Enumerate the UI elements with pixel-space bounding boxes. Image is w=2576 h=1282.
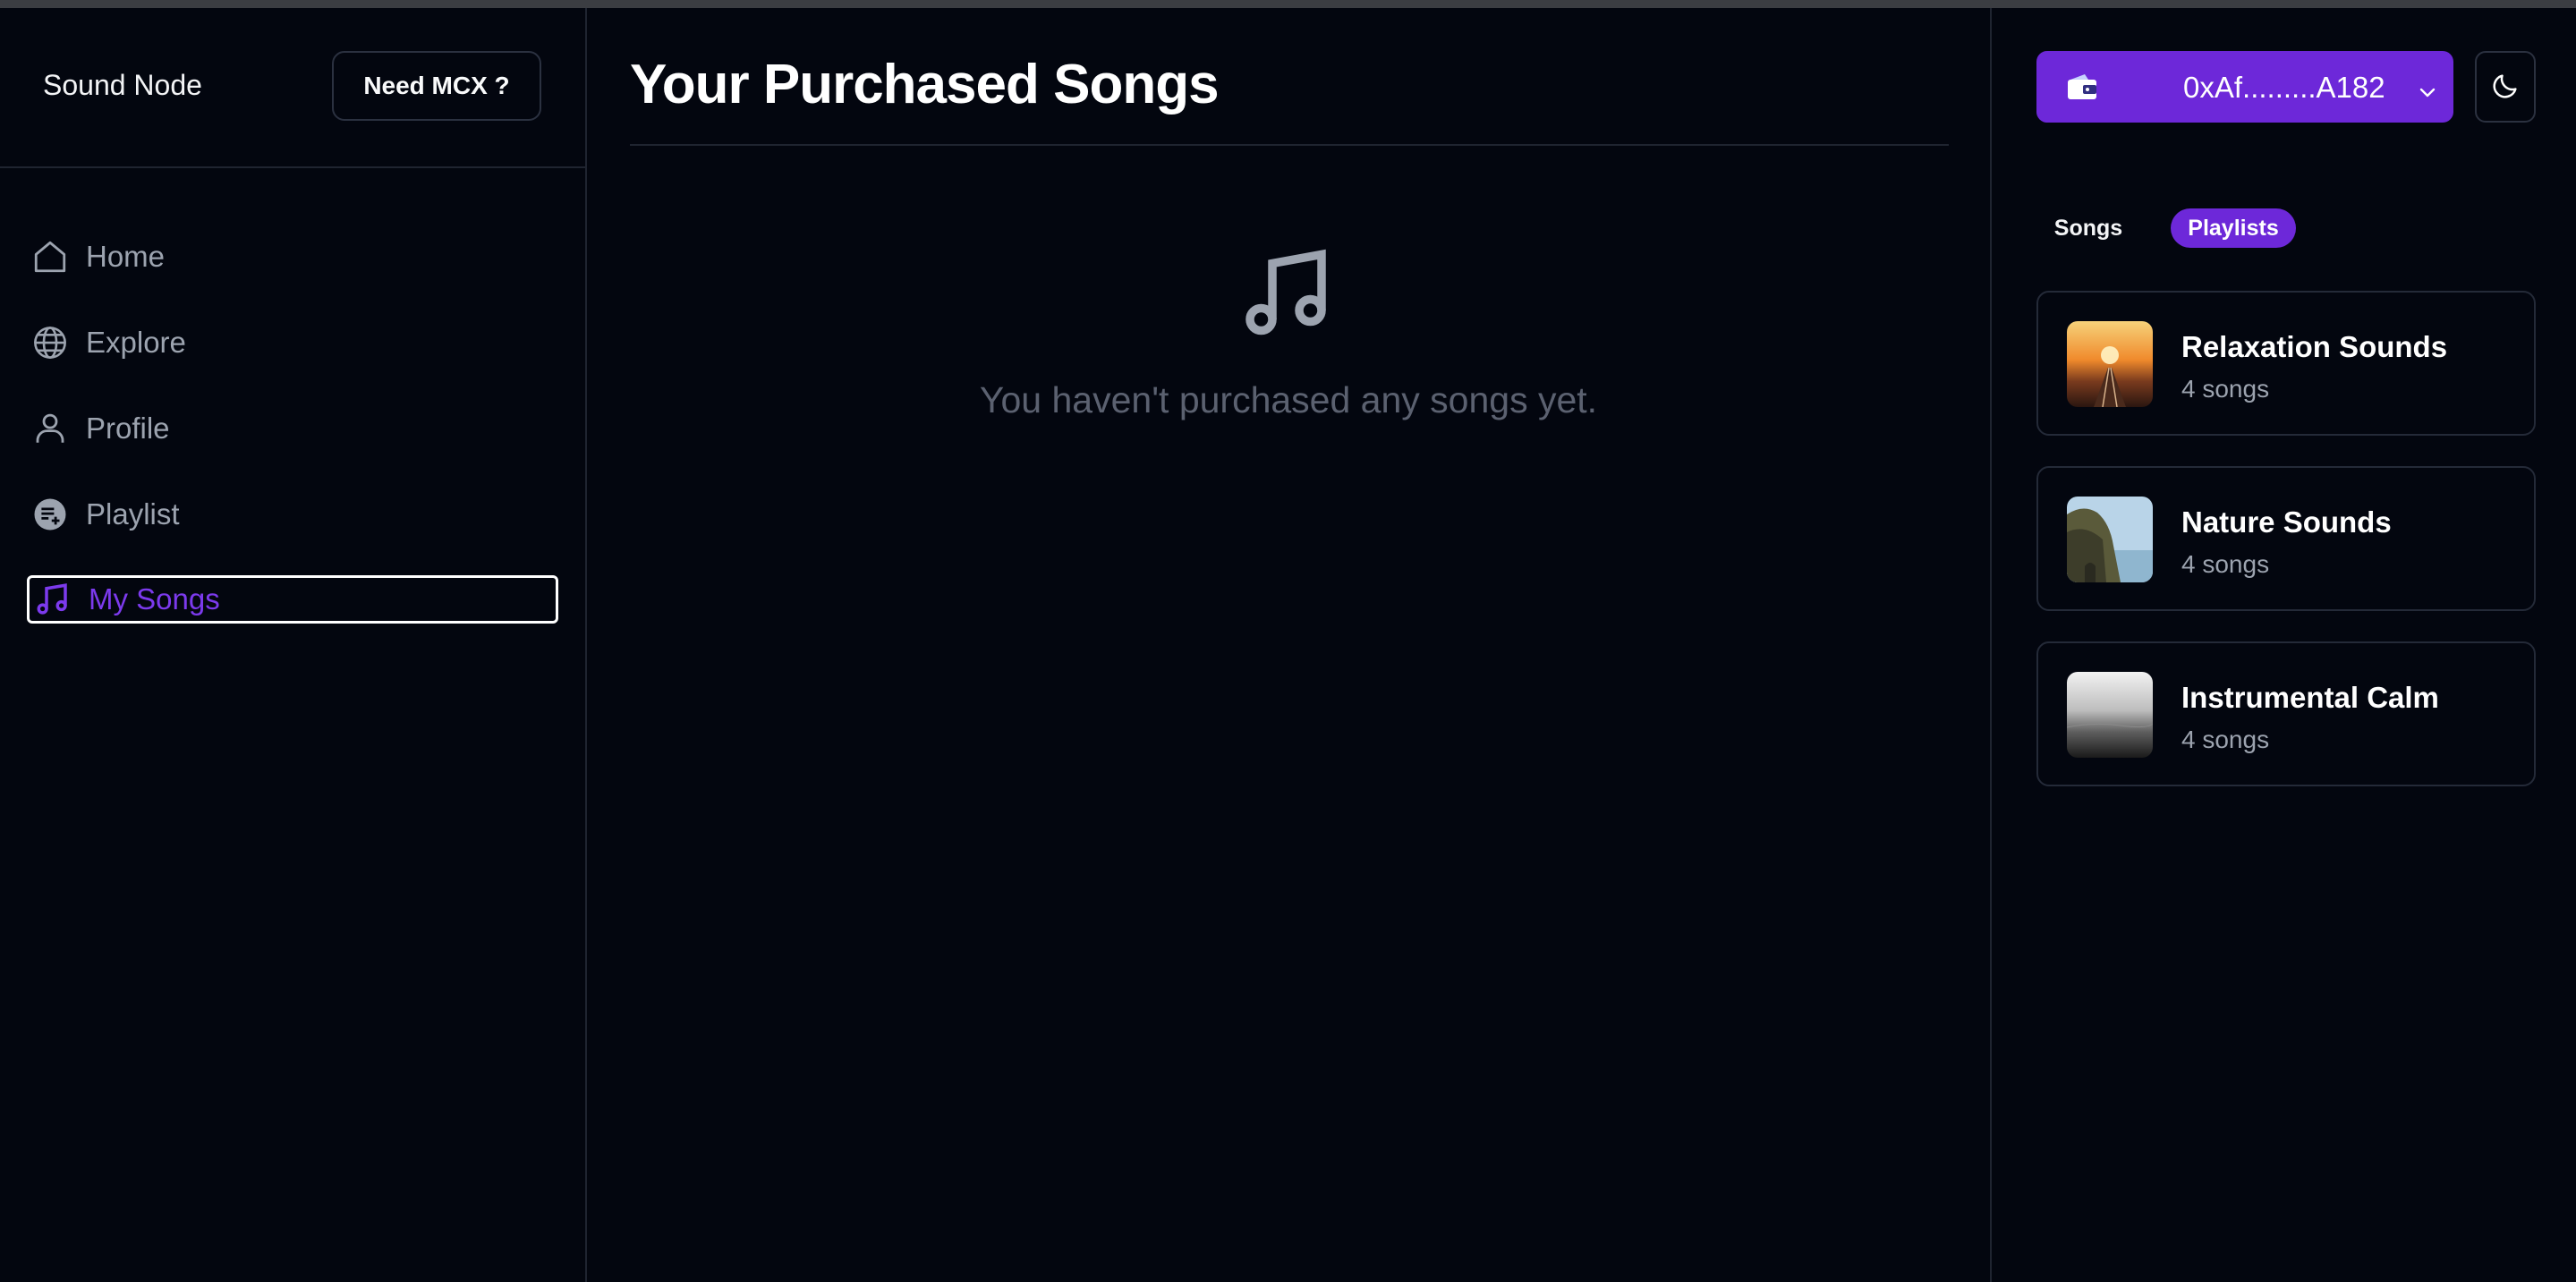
main-content: Your Purchased Songs You haven't purchas… xyxy=(587,8,1990,1282)
need-mcx-button[interactable]: Need MCX ? xyxy=(332,51,541,121)
sidebar-item-label: Home xyxy=(86,240,166,273)
music-note-icon xyxy=(30,576,76,623)
sidebar-item-explore[interactable]: Explore xyxy=(27,319,558,366)
sidebar-item-my-songs[interactable]: My Songs xyxy=(27,575,558,624)
sidebar-header: Sound Node Need MCX ? xyxy=(0,8,585,168)
page-title: Your Purchased Songs xyxy=(630,54,1220,115)
sidebar: Sound Node Need MCX ? Home Explore Profi… xyxy=(0,8,587,1282)
right-panel: 0xAf.........A182 Songs Playlists Relaxa… xyxy=(1990,8,2576,1282)
window-top-strip xyxy=(0,0,2576,8)
user-icon xyxy=(27,405,73,452)
sidebar-item-label: Explore xyxy=(86,326,186,359)
chevron-down-icon xyxy=(2417,76,2438,98)
app-brand[interactable]: Sound Node xyxy=(43,69,202,102)
sidebar-item-playlist[interactable]: Playlist xyxy=(27,491,558,538)
music-note-icon xyxy=(1237,239,1344,346)
globe-icon xyxy=(27,319,73,366)
playlist-card[interactable]: Nature Sounds 4 songs xyxy=(2036,466,2536,611)
playlist-cover-image xyxy=(2067,321,2153,407)
moon-icon xyxy=(2490,71,2521,104)
playlist-name: Instrumental Calm xyxy=(2181,681,2439,714)
sidebar-item-label: My Songs xyxy=(89,582,220,616)
tab-playlists[interactable]: Playlists xyxy=(2171,208,2296,248)
playlist-card[interactable]: Instrumental Calm 4 songs xyxy=(2036,641,2536,786)
sidebar-item-label: Playlist xyxy=(86,497,180,531)
wallet-button[interactable]: 0xAf.........A182 xyxy=(2036,51,2453,123)
playlist-song-count: 4 songs xyxy=(2181,726,2270,753)
tab-songs[interactable]: Songs xyxy=(2045,208,2131,248)
empty-state-message: You haven't purchased any songs yet. xyxy=(979,379,1598,420)
wallet-address: 0xAf.........A182 xyxy=(2183,71,2385,104)
playlist-cover-image xyxy=(2067,672,2153,758)
playlist-song-count: 4 songs xyxy=(2181,375,2270,403)
playlist-song-count: 4 songs xyxy=(2181,550,2270,578)
theme-toggle-button[interactable] xyxy=(2475,51,2536,123)
wallet-icon xyxy=(2065,72,2099,101)
playlist-name: Relaxation Sounds xyxy=(2181,330,2448,363)
sidebar-item-home[interactable]: Home xyxy=(27,233,558,280)
sidebar-item-profile[interactable]: Profile xyxy=(27,405,558,452)
playlist-cover-image xyxy=(2067,497,2153,582)
title-divider xyxy=(630,144,1949,146)
home-icon xyxy=(27,233,73,280)
sidebar-item-label: Profile xyxy=(86,412,170,445)
playlist-card[interactable]: Relaxation Sounds 4 songs xyxy=(2036,291,2536,436)
playlist-name: Nature Sounds xyxy=(2181,505,2392,539)
playlist-add-icon xyxy=(27,491,73,538)
